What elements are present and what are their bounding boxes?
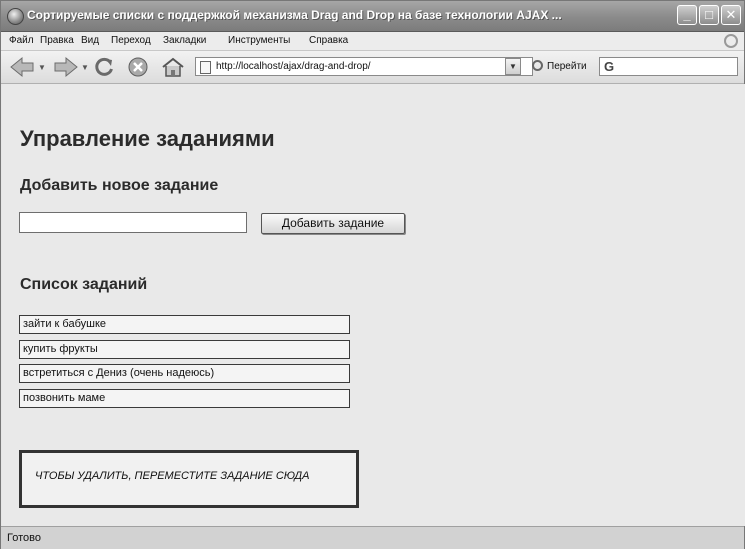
page-content: Управление заданиями Добавить новое зада… [2,84,745,526]
task-item[interactable]: позвонить маме [19,389,350,408]
back-history-dropdown-icon[interactable]: ▼ [38,63,46,72]
navigation-toolbar: ▼ ▼ http://localhost/ajax/drag-and-drop/… [1,51,744,84]
menu-tools[interactable]: Инструменты [228,35,290,46]
add-task-button[interactable]: Добавить задание [261,213,405,234]
menu-go[interactable]: Переход [111,35,151,46]
go-icon[interactable] [532,60,543,71]
page-title: Управление заданиями [20,126,275,151]
browser-window: Сортируемые списки с поддержкой механизм… [0,0,745,549]
google-icon: G [604,59,615,74]
add-task-heading: Добавить новое задание [20,177,219,194]
status-bar: Готово [1,526,744,549]
menu-help[interactable]: Справка [309,35,348,46]
window-title: Сортируемые списки с поддержкой механизм… [27,8,562,22]
stop-icon[interactable] [127,56,149,78]
minimize-button[interactable]: _ [677,5,697,25]
delete-drop-zone-label: ЧТОБЫ УДАЛИТЬ, ПЕРЕМЕСТИТЕ ЗАДАНИЕ СЮДА [35,470,310,482]
url-text: http://localhost/ajax/drag-and-drop/ [216,61,371,72]
forward-history-dropdown-icon[interactable]: ▼ [81,63,89,72]
search-input[interactable]: G [599,57,738,76]
menu-bookmarks[interactable]: Закладки [163,35,206,46]
home-icon[interactable] [161,56,185,78]
activity-throbber-icon [724,34,738,48]
task-item[interactable]: купить фрукты [19,340,350,359]
menu-view[interactable]: Вид [81,35,99,46]
title-bar[interactable]: Сортируемые списки с поддержкой механизм… [1,1,744,32]
go-button[interactable]: Перейти [547,61,587,72]
back-arrow-icon[interactable] [9,56,35,78]
url-history-dropdown-icon[interactable]: ▼ [505,58,521,75]
new-task-input[interactable] [19,212,247,233]
address-bar[interactable]: http://localhost/ajax/drag-and-drop/ [195,57,533,76]
browser-logo-icon [7,8,24,25]
menu-bar: Файл Правка Вид Переход Закладки Инструм… [1,32,744,51]
page-icon [200,61,211,74]
reload-icon[interactable] [93,56,115,78]
delete-drop-zone[interactable]: ЧТОБЫ УДАЛИТЬ, ПЕРЕМЕСТИТЕ ЗАДАНИЕ СЮДА [19,450,359,508]
close-button[interactable]: ✕ [721,5,741,25]
status-text: Готово [7,532,41,544]
forward-arrow-icon[interactable] [53,56,79,78]
task-item[interactable]: встретиться с Дениз (очень надеюсь) [19,364,350,383]
menu-file[interactable]: Файл [9,35,34,46]
menu-edit[interactable]: Правка [40,35,74,46]
task-item[interactable]: зайти к бабушке [19,315,350,334]
maximize-button[interactable]: □ [699,5,719,25]
task-list-heading: Список заданий [20,276,148,293]
